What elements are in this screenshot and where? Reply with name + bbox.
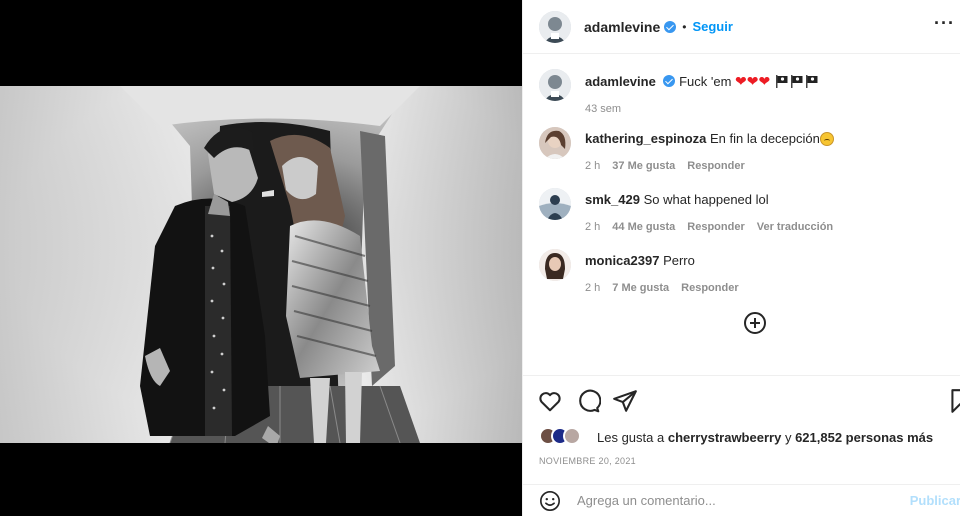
caption: adamlevine Fuck 'em ❤❤❤ 43 sem xyxy=(539,69,945,118)
verified-icon xyxy=(664,20,677,33)
separator-dot: • xyxy=(682,19,687,34)
author-avatar[interactable] xyxy=(539,10,571,43)
caption-avatar[interactable] xyxy=(539,69,571,101)
plus-circle-icon[interactable] xyxy=(744,312,766,334)
media-pane xyxy=(0,0,522,516)
commenter-avatar[interactable] xyxy=(539,249,571,281)
comment-icon[interactable] xyxy=(575,388,601,414)
pirate-flag-icon xyxy=(805,75,818,88)
pirate-flag-icon xyxy=(775,75,788,88)
comment-item: monica2397 Perro 2 h 7 Me gusta Responde… xyxy=(539,249,945,297)
comment-body: kathering_espinoza En fin la decepción 2… xyxy=(585,127,945,175)
post-photo[interactable] xyxy=(0,86,522,443)
post-header: adamlevine • Seguir ··· xyxy=(523,0,960,54)
more-icon[interactable]: ··· xyxy=(934,13,955,34)
verified-icon xyxy=(663,75,676,87)
comment-time[interactable]: 2 h xyxy=(585,157,600,175)
follow-button[interactable]: Seguir xyxy=(692,19,732,34)
likes-prefix: Les gusta a xyxy=(597,429,665,445)
likes-user[interactable]: cherrystrawbeerry xyxy=(668,430,781,445)
comment-body: monica2397 Perro 2 h 7 Me gusta Responde… xyxy=(585,249,945,297)
action-bar xyxy=(523,375,960,423)
liker-avatars xyxy=(539,427,591,447)
comment-likes[interactable]: 7 Me gusta xyxy=(612,279,669,297)
comment-text: So what happened lol xyxy=(643,192,769,207)
translate-button[interactable]: Ver traducción xyxy=(757,218,833,236)
caption-meta: 43 sem xyxy=(585,100,945,118)
comment-meta: 2 h 7 Me gusta Responder xyxy=(585,279,945,297)
add-comment-bar: Publicar xyxy=(523,484,960,516)
post-date[interactable]: NOVIEMBRE 20, 2021 xyxy=(539,456,636,466)
reply-button[interactable]: Responder xyxy=(687,218,744,236)
caption-time[interactable]: 43 sem xyxy=(585,100,621,118)
likes-summary: Les gusta a cherrystrawbeerry y 621,852 … xyxy=(539,426,933,448)
comment-item: kathering_espinoza En fin la decepción 2… xyxy=(539,127,945,175)
comment-username[interactable]: kathering_espinoza xyxy=(585,131,706,146)
commenter-avatar[interactable] xyxy=(539,127,571,159)
comment-likes[interactable]: 44 Me gusta xyxy=(612,218,675,236)
comment-username[interactable]: monica2397 xyxy=(585,253,659,268)
upside-down-face-icon xyxy=(819,132,834,146)
liker-avatar[interactable] xyxy=(563,427,581,445)
post-sidebar: adamlevine • Seguir ··· adamlevine Fuck … xyxy=(522,0,960,516)
heart-icon[interactable] xyxy=(537,388,563,414)
comment-body: smk_429 So what happened lol 2 h 44 Me g… xyxy=(585,188,945,236)
comment-meta: 2 h 37 Me gusta Responder xyxy=(585,157,945,175)
caption-text: Fuck 'em xyxy=(679,74,732,89)
comment-username[interactable]: smk_429 xyxy=(585,192,640,207)
comment-likes[interactable]: 37 Me gusta xyxy=(612,157,675,175)
comment-time[interactable]: 2 h xyxy=(585,218,600,236)
likes-count[interactable]: 621,852 personas más xyxy=(795,430,933,445)
comment-input[interactable] xyxy=(577,493,897,508)
comment-text: Perro xyxy=(663,253,695,268)
comment-time[interactable]: 2 h xyxy=(585,279,600,297)
smile-icon[interactable] xyxy=(539,490,561,512)
commenter-avatar[interactable] xyxy=(539,188,571,220)
photo-image xyxy=(0,86,522,443)
share-icon[interactable] xyxy=(612,388,638,414)
bookmark-icon[interactable] xyxy=(947,388,960,414)
caption-body: adamlevine Fuck 'em ❤❤❤ 43 sem xyxy=(585,69,945,118)
caption-username[interactable]: adamlevine xyxy=(585,74,656,89)
comments-list: adamlevine Fuck 'em ❤❤❤ 43 sem kathering… xyxy=(523,55,960,375)
likes-middle: y xyxy=(784,429,792,445)
reply-button[interactable]: Responder xyxy=(687,157,744,175)
comment-item: smk_429 So what happened lol 2 h 44 Me g… xyxy=(539,188,945,236)
comment-meta: 2 h 44 Me gusta Responder Ver traducción xyxy=(585,218,945,236)
author-username[interactable]: adamlevine xyxy=(584,19,660,35)
publish-button[interactable]: Publicar xyxy=(910,493,960,508)
reply-button[interactable]: Responder xyxy=(681,279,738,297)
pirate-flag-icon xyxy=(790,75,803,88)
comment-text: En fin la decepción xyxy=(710,131,820,146)
hearts-emoji: ❤❤❤ xyxy=(735,73,771,89)
